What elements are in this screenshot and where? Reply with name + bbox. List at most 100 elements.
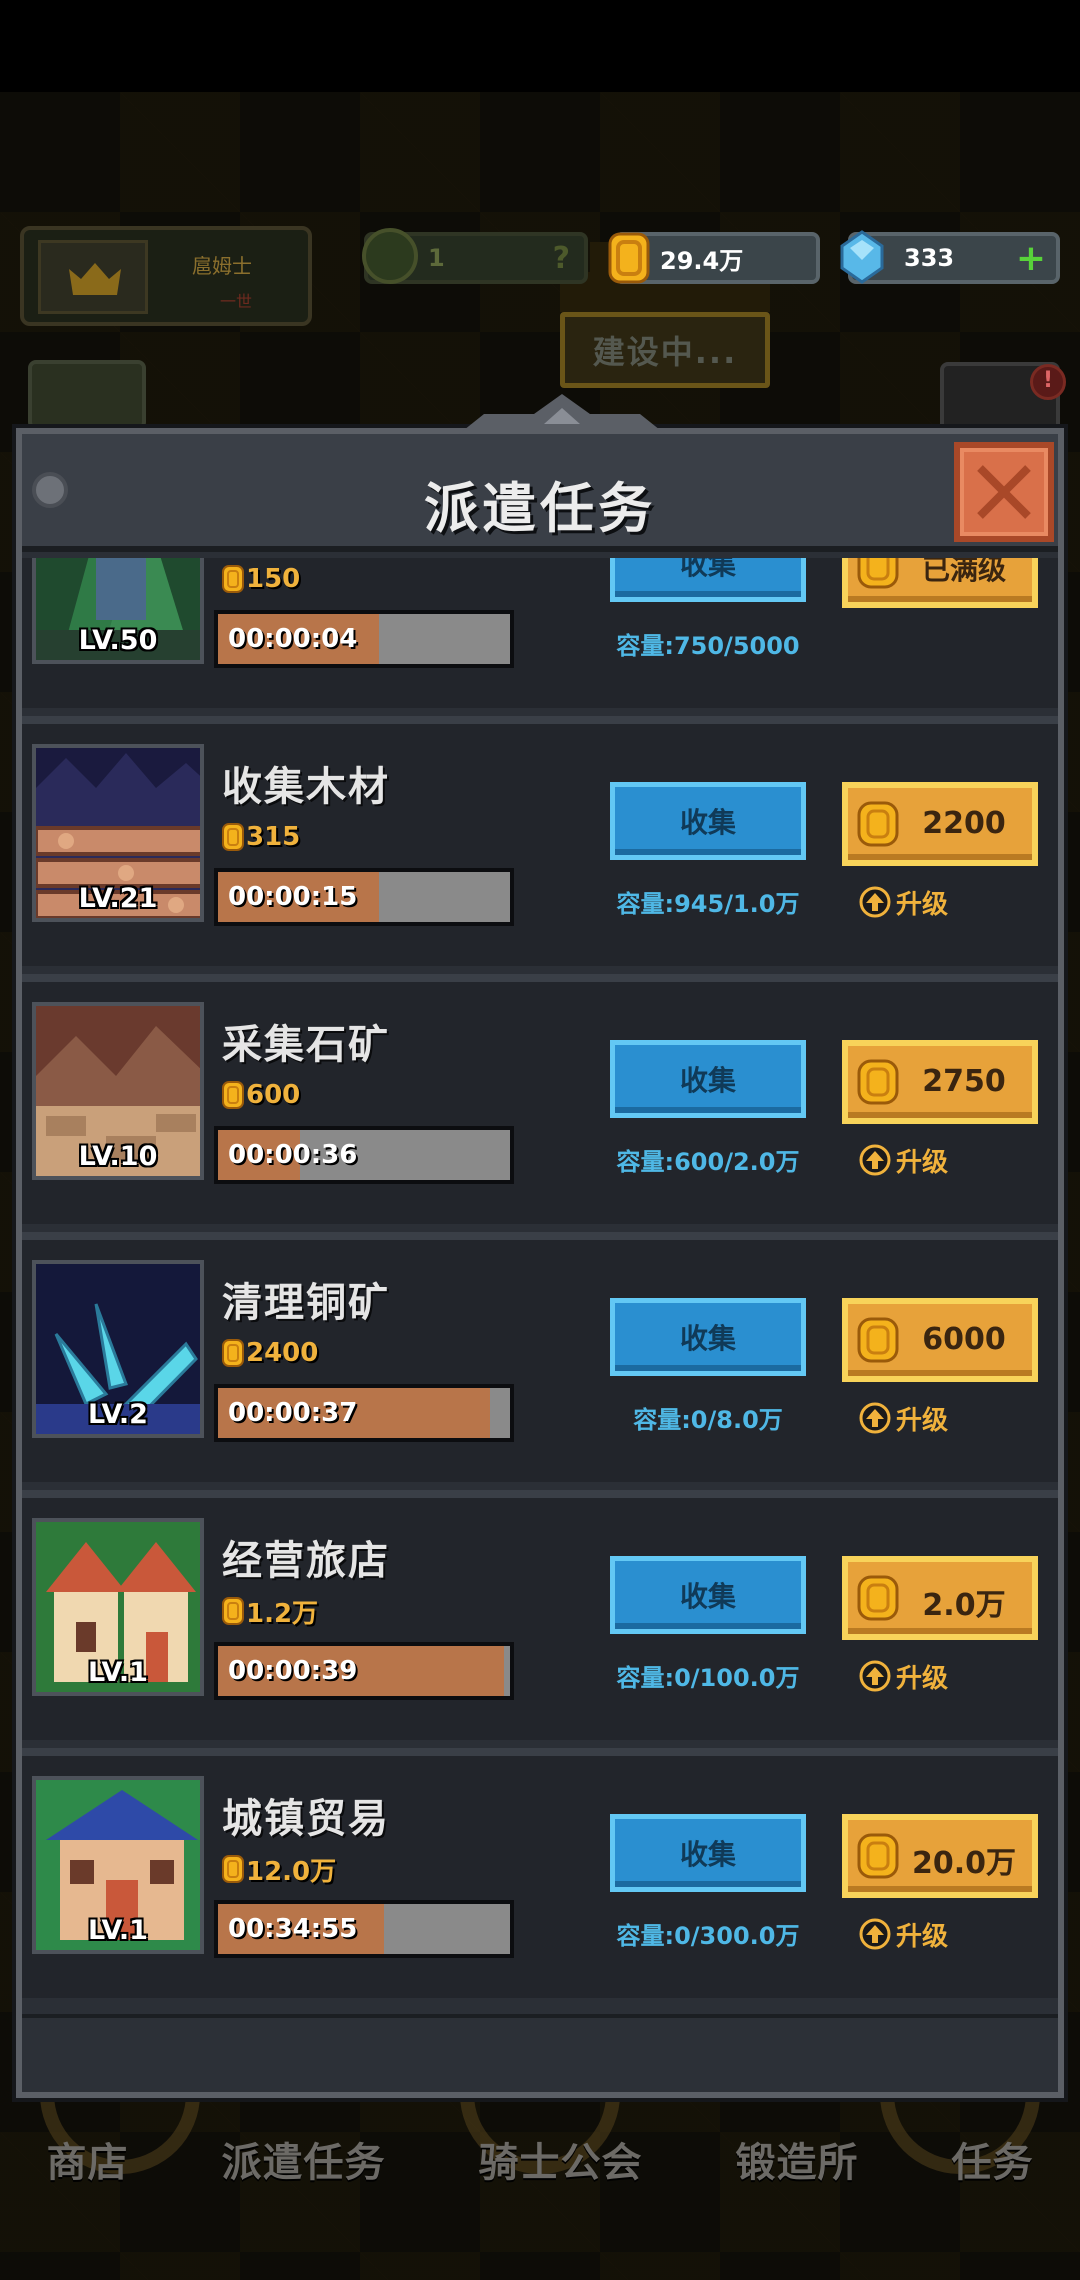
upgrade-cost: 2200 bbox=[922, 806, 1006, 841]
task-reward: 600 bbox=[222, 1078, 300, 1112]
upgrade-cost: 6000 bbox=[922, 1322, 1006, 1357]
close-icon bbox=[977, 465, 1031, 519]
task-progress-bar: 00:00:39 bbox=[214, 1642, 514, 1700]
dispatch-panel: 派遣任务 LV.50 150 00:00:04 收集 容量:750/5000 已… bbox=[16, 394, 1064, 2098]
nav-forge[interactable]: 锻造所 bbox=[736, 2130, 859, 2188]
alert-badge-icon: ! bbox=[1030, 364, 1066, 400]
coin-icon bbox=[857, 1575, 899, 1621]
collect-button[interactable]: 收集 bbox=[610, 1556, 806, 1634]
add-gems-button[interactable]: + bbox=[1016, 238, 1046, 279]
upgrade-arrow-icon bbox=[859, 886, 891, 918]
upgrade-button[interactable]: 已满级 bbox=[842, 558, 1038, 608]
upgrade-label: 升级 bbox=[896, 1921, 949, 1952]
upgrade-button[interactable]: 2200 bbox=[842, 782, 1038, 866]
panel-title: 派遣任务 bbox=[424, 477, 656, 540]
coin-icon bbox=[857, 558, 899, 589]
help-icon[interactable]: ? bbox=[553, 241, 570, 276]
task-progress-bar: 00:00:36 bbox=[214, 1126, 514, 1184]
task-reward-value: 600 bbox=[246, 1080, 301, 1110]
task-timer: 00:00:15 bbox=[228, 882, 358, 912]
quest-icon bbox=[362, 228, 418, 284]
coin-icon bbox=[857, 1059, 899, 1105]
coin-icon bbox=[222, 1339, 244, 1367]
task-row: LV.2 清理铜矿 2400 00:00:37 收集 容量:0/8.0万 600… bbox=[22, 1232, 1058, 1482]
nav-quests[interactable]: 任务 bbox=[952, 2130, 1034, 2188]
building-sign: 建设中... bbox=[560, 312, 770, 388]
task-progress-bar: 00:00:15 bbox=[214, 868, 514, 926]
bottom-nav: 商店 派遣任务 骑士公会 锻造所 任务 bbox=[0, 2096, 1080, 2280]
coin-icon bbox=[222, 1855, 244, 1883]
player-name: 扈姆士 bbox=[192, 254, 252, 278]
task-reward: 1.2万 bbox=[222, 1594, 318, 1629]
upgrade-button[interactable]: 6000 bbox=[842, 1298, 1038, 1382]
quest-counter[interactable]: 1 ? bbox=[362, 228, 588, 284]
upgrade-cost: 已满级 bbox=[921, 558, 1006, 586]
task-reward-value: 12.0万 bbox=[246, 1856, 337, 1887]
collect-button[interactable]: 收集 bbox=[610, 558, 806, 602]
gold-amount: 29.4万 bbox=[660, 246, 744, 275]
collect-label: 收集 bbox=[679, 558, 736, 581]
upgrade-arrow-icon bbox=[859, 1402, 891, 1434]
nav-dispatch[interactable]: 派遣任务 bbox=[222, 2130, 386, 2188]
upgrade-label: 升级 bbox=[896, 1405, 949, 1436]
task-list[interactable]: LV.50 150 00:00:04 收集 容量:750/5000 已满级 LV… bbox=[22, 558, 1058, 2020]
scene-up-button[interactable] bbox=[28, 360, 146, 430]
task-level: LV.10 bbox=[78, 1141, 158, 1172]
task-capacity: 容量:600/2.0万 bbox=[616, 1148, 800, 1176]
task-row: LV.50 150 00:00:04 收集 容量:750/5000 已满级 bbox=[22, 558, 1058, 708]
coin-icon bbox=[608, 232, 650, 284]
upgrade-cost: 2750 bbox=[922, 1064, 1006, 1099]
upgrade-hint: 升级 bbox=[858, 1398, 948, 1438]
task-thumbnail: LV.1 bbox=[32, 1776, 204, 1954]
collect-label: 收集 bbox=[679, 1322, 736, 1355]
coin-icon bbox=[857, 1317, 899, 1363]
player-profile[interactable]: 扈姆士 一世 bbox=[20, 226, 312, 326]
collect-label: 收集 bbox=[679, 1064, 736, 1097]
task-thumbnail: LV.2 bbox=[32, 1260, 204, 1438]
nav-shop[interactable]: 商店 bbox=[47, 2130, 129, 2188]
task-name: 清理铜矿 bbox=[222, 1280, 390, 1326]
task-thumbnail: LV.50 bbox=[32, 558, 204, 664]
collect-button[interactable]: 收集 bbox=[610, 1040, 806, 1118]
upgrade-button[interactable]: 2750 bbox=[842, 1040, 1038, 1124]
task-timer: 00:00:04 bbox=[228, 624, 358, 654]
upgrade-label: 升级 bbox=[896, 1147, 949, 1178]
task-reward: 315 bbox=[222, 820, 300, 854]
task-name: 城镇贸易 bbox=[222, 1796, 390, 1842]
upgrade-arrow-icon bbox=[859, 1144, 891, 1176]
upgrade-arrow-icon bbox=[859, 1918, 891, 1950]
task-row: LV.1 城镇贸易 12.0万 00:34:55 收集 容量:0/300.0万 … bbox=[22, 1748, 1058, 1998]
upgrade-hint: 升级 bbox=[858, 1140, 948, 1180]
task-timer: 00:34:55 bbox=[228, 1914, 358, 1944]
task-thumbnail: LV.1 bbox=[32, 1518, 204, 1696]
gem-icon bbox=[840, 230, 884, 284]
close-button[interactable] bbox=[954, 442, 1054, 542]
avatar bbox=[38, 240, 148, 314]
collect-button[interactable]: 收集 bbox=[610, 782, 806, 860]
task-level: LV.2 bbox=[88, 1399, 148, 1430]
task-timer: 00:00:36 bbox=[228, 1140, 358, 1170]
player-title: 一世 bbox=[220, 292, 253, 311]
upgrade-button[interactable]: 20.0万 bbox=[842, 1814, 1038, 1898]
task-capacity: 容量:0/300.0万 bbox=[616, 1922, 800, 1950]
upgrade-button[interactable]: 2.0万 bbox=[842, 1556, 1038, 1640]
task-reward: 2400 bbox=[222, 1336, 318, 1370]
collect-label: 收集 bbox=[679, 806, 736, 839]
task-timer: 00:00:37 bbox=[228, 1398, 358, 1428]
task-reward-value: 150 bbox=[246, 564, 301, 594]
task-capacity: 容量:945/1.0万 bbox=[616, 890, 800, 918]
task-capacity: 容量:750/5000 bbox=[616, 632, 800, 660]
upgrade-arrow-icon bbox=[859, 1660, 891, 1692]
panel-footer bbox=[22, 2014, 1058, 2092]
task-row: LV.10 采集石矿 600 00:00:36 收集 容量:600/2.0万 2… bbox=[22, 974, 1058, 1224]
task-reward: 12.0万 bbox=[222, 1852, 337, 1887]
coin-icon bbox=[222, 565, 244, 593]
task-row: LV.1 经营旅店 1.2万 00:00:39 收集 容量:0/100.0万 2… bbox=[22, 1490, 1058, 1740]
nav-knight-guild[interactable]: 骑士公会 bbox=[479, 2130, 643, 2188]
collect-button[interactable]: 收集 bbox=[610, 1298, 806, 1376]
upgrade-cost: 20.0万 bbox=[911, 1846, 1017, 1881]
collect-button[interactable]: 收集 bbox=[610, 1814, 806, 1892]
collect-label: 收集 bbox=[679, 1838, 736, 1871]
upgrade-cost: 2.0万 bbox=[922, 1588, 1006, 1623]
task-capacity: 容量:0/100.0万 bbox=[616, 1664, 800, 1692]
